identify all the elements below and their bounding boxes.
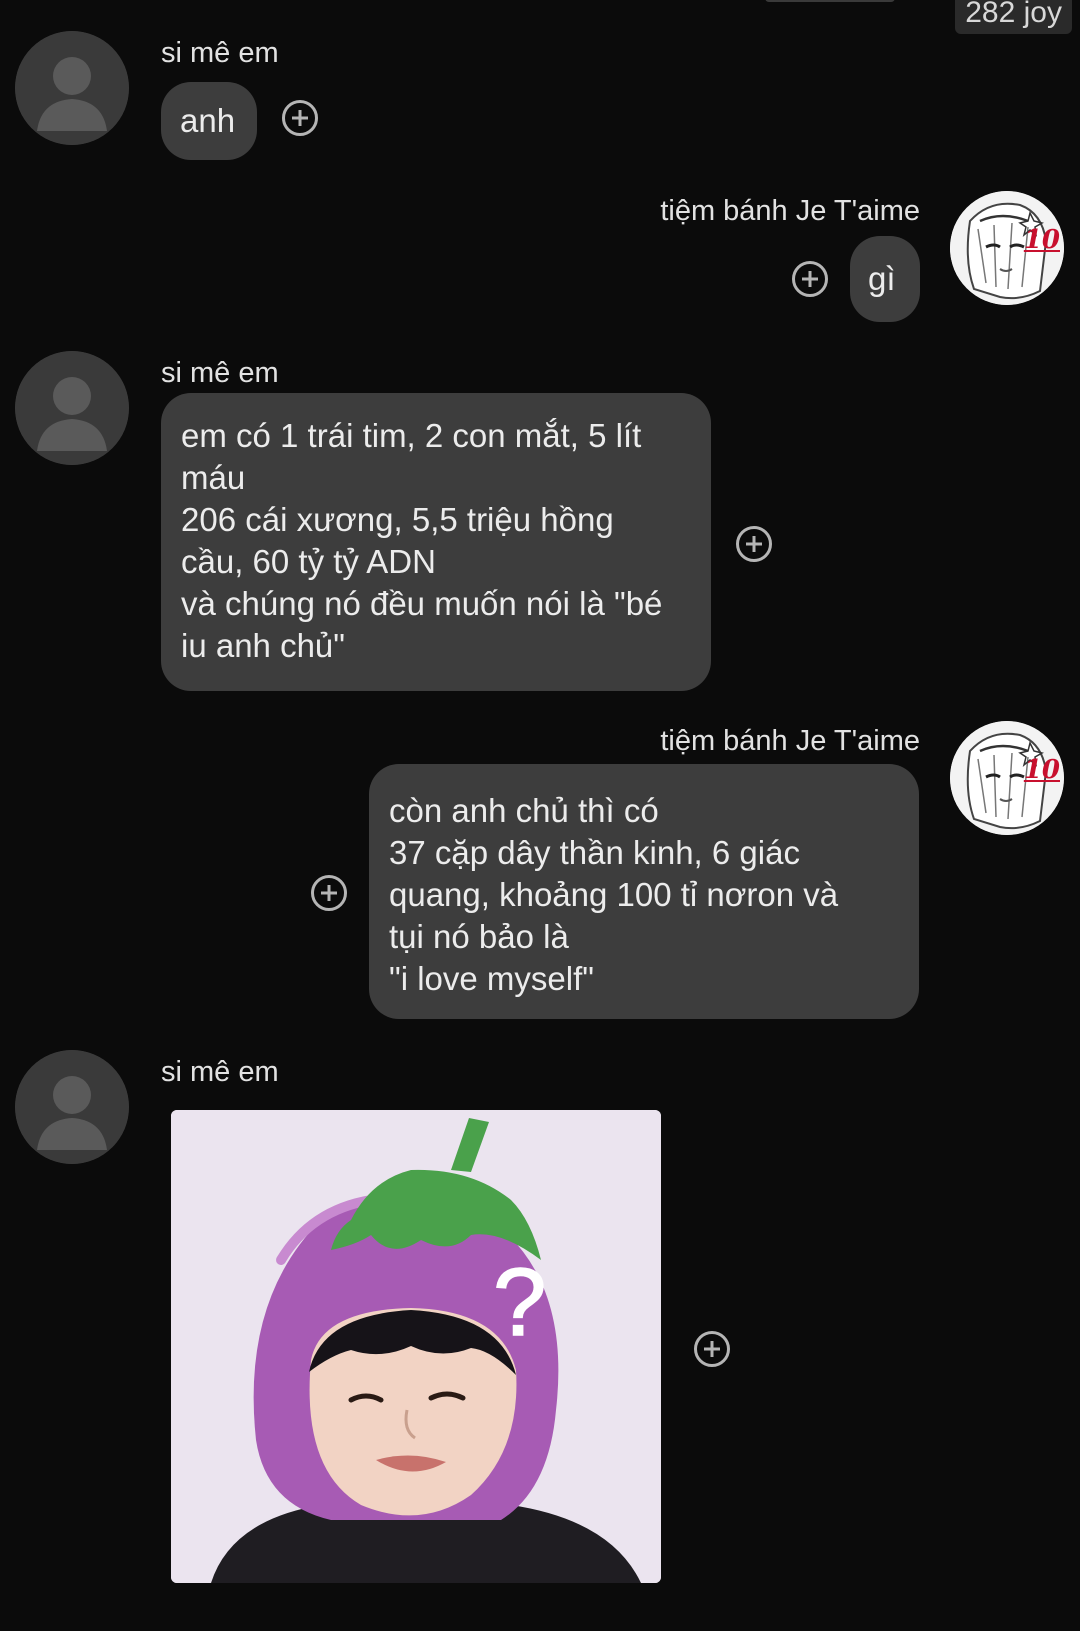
add-reaction-icon[interactable] — [282, 100, 318, 136]
contact-avatar[interactable] — [15, 31, 129, 145]
message-text-line: iu anh chủ" — [181, 627, 346, 664]
score-badge: 10 — [1023, 755, 1060, 785]
sender-name: si mê em — [161, 37, 279, 69]
sender-name: si mê em — [161, 357, 279, 389]
person-silhouette-icon — [15, 351, 129, 465]
add-reaction-icon[interactable] — [311, 875, 347, 911]
sender-name: si mê em — [161, 1056, 279, 1088]
message-text-line: và chúng nó đều muốn nói là "bé — [181, 585, 663, 622]
add-reaction-icon[interactable] — [694, 1331, 730, 1367]
contact-avatar[interactable] — [15, 1050, 129, 1164]
eggplant-hat-sticker: ? — [171, 1110, 661, 1583]
score-badge: 10 — [1023, 225, 1060, 255]
message-text: gì — [868, 260, 896, 297]
message-text-line: quang, khoảng 100 tỉ nơron và — [389, 876, 839, 913]
message-text: anh — [180, 102, 236, 139]
message-text-line: "i love myself" — [389, 960, 594, 997]
add-reaction-icon[interactable] — [792, 261, 828, 297]
person-silhouette-icon — [15, 31, 129, 145]
message-bubble[interactable]: gì — [850, 236, 920, 322]
message-text-line: cầu, 60 tỷ tỷ ADN — [181, 543, 436, 580]
message-bubble[interactable]: còn anh chủ thì có 37 cặp dây thần kinh,… — [369, 764, 919, 1019]
sender-name: tiệm bánh Je T'aime — [660, 195, 920, 227]
message-text-line: máu — [181, 459, 246, 496]
add-reaction-icon[interactable] — [736, 526, 772, 562]
my-avatar[interactable]: 10 — [950, 721, 1064, 835]
message-bubble[interactable]: anh — [161, 82, 257, 160]
my-avatar[interactable]: 10 — [950, 191, 1064, 305]
sticker-image[interactable]: ? — [171, 1110, 661, 1583]
message-text-line: tụi nó bảo là — [389, 918, 569, 955]
sender-name: tiệm bánh Je T'aime — [660, 725, 920, 757]
message-text-line: em có 1 trái tim, 2 con mắt, 5 lít — [181, 417, 642, 454]
message-text-line: 37 cặp dây thần kinh, 6 giác — [389, 834, 800, 871]
message-text-line: 206 cái xương, 5,5 triệu hồng — [181, 501, 614, 538]
person-silhouette-icon — [15, 1050, 129, 1164]
message-bubble[interactable]: em có 1 trái tim, 2 con mắt, 5 lít máu 2… — [161, 393, 711, 691]
sticker-question-mark: ? — [493, 1249, 546, 1356]
top-indicator — [765, 0, 895, 2]
message-text-line: còn anh chủ thì có — [389, 792, 659, 829]
joy-count-badge: 282 joy — [955, 0, 1072, 34]
contact-avatar[interactable] — [15, 351, 129, 465]
